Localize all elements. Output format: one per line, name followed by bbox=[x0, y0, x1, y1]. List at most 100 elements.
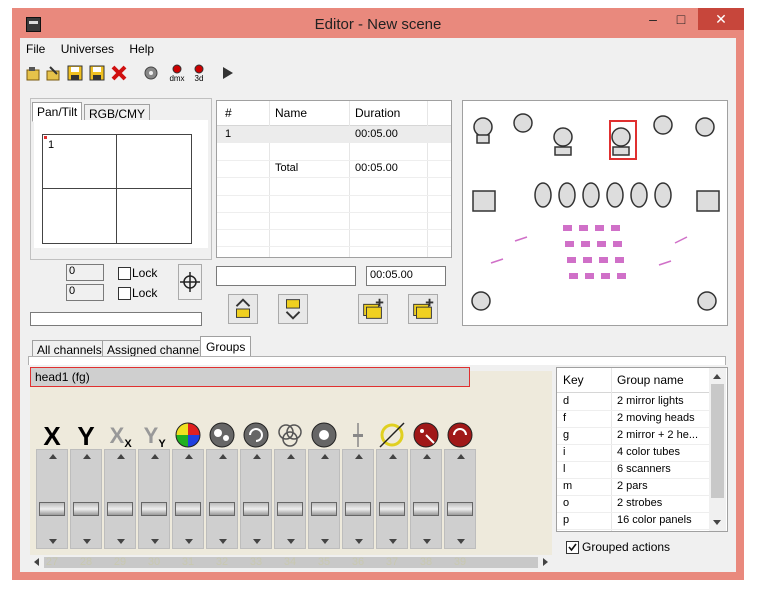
fader-knob[interactable] bbox=[175, 502, 201, 517]
fader-up-icon[interactable] bbox=[423, 454, 431, 459]
fader-down-icon[interactable] bbox=[83, 539, 91, 544]
grouped-actions-checkbox[interactable] bbox=[566, 541, 579, 554]
list-item[interactable]: d 2 mirror lights bbox=[557, 393, 709, 411]
fader-down-icon[interactable] bbox=[185, 539, 193, 544]
fader-down-icon[interactable] bbox=[287, 539, 295, 544]
channel-fader[interactable] bbox=[410, 449, 442, 549]
fader-up-icon[interactable] bbox=[219, 454, 227, 459]
step-duration-input[interactable]: 00:05.00 bbox=[366, 266, 446, 286]
pan-value-field[interactable]: 0 bbox=[66, 264, 104, 281]
fader-knob[interactable] bbox=[345, 502, 371, 517]
iris-icon[interactable] bbox=[310, 421, 338, 449]
fader-up-icon[interactable] bbox=[185, 454, 193, 459]
fader-down-icon[interactable] bbox=[151, 539, 159, 544]
fader-down-icon[interactable] bbox=[49, 539, 57, 544]
channel-fader[interactable] bbox=[444, 449, 476, 549]
edit-icon[interactable] bbox=[44, 64, 62, 82]
fader-up-icon[interactable] bbox=[49, 454, 57, 459]
strobe-icon[interactable] bbox=[412, 421, 440, 449]
fader-down-icon[interactable] bbox=[389, 539, 397, 544]
scroll-right-icon[interactable] bbox=[543, 558, 548, 566]
fader-up-icon[interactable] bbox=[355, 454, 363, 459]
pantilt-extra-field[interactable] bbox=[30, 312, 202, 326]
channel-fader[interactable] bbox=[70, 449, 102, 549]
channel-fader[interactable] bbox=[36, 449, 68, 549]
open-icon[interactable] bbox=[24, 64, 42, 82]
close-button[interactable]: ✕ bbox=[698, 8, 744, 30]
menu-help[interactable]: Help bbox=[123, 40, 160, 58]
groups-scrollbar[interactable] bbox=[709, 368, 726, 531]
dimmer-icon[interactable] bbox=[446, 421, 474, 449]
list-item[interactable]: m 2 pars bbox=[557, 478, 709, 496]
channel-fader[interactable] bbox=[206, 449, 238, 549]
fader-knob[interactable] bbox=[379, 502, 405, 517]
maximize-button[interactable]: □ bbox=[668, 8, 694, 30]
save-as-icon[interactable] bbox=[88, 64, 106, 82]
table-row[interactable]: 1 00:05.00 bbox=[217, 126, 451, 143]
y-fine-icon[interactable]: YY bbox=[140, 421, 168, 449]
fader-knob[interactable] bbox=[39, 502, 65, 517]
fader-down-icon[interactable] bbox=[321, 539, 329, 544]
move-step-down-button[interactable] bbox=[278, 294, 308, 324]
channel-fader[interactable] bbox=[240, 449, 272, 549]
menu-file[interactable]: File bbox=[20, 40, 51, 58]
prism-icon[interactable] bbox=[276, 421, 304, 449]
title-bar[interactable]: Editor - New scene – □ ✕ bbox=[12, 8, 744, 38]
list-item[interactable]: p 16 color panels bbox=[557, 512, 709, 530]
channel-fader[interactable] bbox=[342, 449, 374, 549]
gobo-rotation-icon[interactable] bbox=[242, 421, 270, 449]
channel-fader[interactable] bbox=[172, 449, 204, 549]
tab-pan-tilt[interactable]: Pan/Tilt bbox=[32, 102, 83, 122]
channel-fader[interactable] bbox=[138, 449, 170, 549]
pan-lock-checkbox[interactable] bbox=[118, 267, 131, 280]
fader-knob[interactable] bbox=[413, 502, 439, 517]
list-item[interactable]: f 2 moving heads bbox=[557, 410, 709, 428]
add-step-button[interactable] bbox=[358, 294, 388, 324]
x-fine-icon[interactable]: XX bbox=[106, 421, 134, 449]
save-icon[interactable] bbox=[66, 64, 84, 82]
list-item[interactable]: g 2 mirror + 2 he... bbox=[557, 427, 709, 445]
channel-fader[interactable] bbox=[104, 449, 136, 549]
scroll-up-icon[interactable] bbox=[713, 374, 721, 379]
gobo-icon[interactable] bbox=[208, 421, 236, 449]
color-wheel-icon[interactable] bbox=[174, 421, 202, 449]
y-icon[interactable]: Y bbox=[72, 421, 100, 449]
x-icon[interactable]: X bbox=[38, 421, 66, 449]
shutter-icon[interactable] bbox=[378, 421, 406, 449]
fader-down-icon[interactable] bbox=[457, 539, 465, 544]
fader-knob[interactable] bbox=[209, 502, 235, 517]
gear-icon[interactable] bbox=[142, 64, 160, 82]
fader-up-icon[interactable] bbox=[457, 454, 465, 459]
fader-up-icon[interactable] bbox=[83, 454, 91, 459]
fader-knob[interactable] bbox=[73, 502, 99, 517]
fader-up-icon[interactable] bbox=[117, 454, 125, 459]
fader-up-icon[interactable] bbox=[287, 454, 295, 459]
tilt-value-field[interactable]: 0 bbox=[66, 284, 104, 301]
stage-preview[interactable] bbox=[462, 100, 728, 326]
fader-up-icon[interactable] bbox=[321, 454, 329, 459]
menu-universes[interactable]: Universes bbox=[55, 40, 120, 58]
fader-knob[interactable] bbox=[311, 502, 337, 517]
focus-icon[interactable] bbox=[344, 421, 372, 449]
minimize-button[interactable]: – bbox=[640, 8, 666, 30]
fader-down-icon[interactable] bbox=[355, 539, 363, 544]
groups-scroll-thumb[interactable] bbox=[711, 384, 724, 498]
fader-down-icon[interactable] bbox=[423, 539, 431, 544]
channel-fader[interactable] bbox=[376, 449, 408, 549]
group-header[interactable]: head1 (fg) bbox=[30, 367, 470, 387]
fader-down-icon[interactable] bbox=[117, 539, 125, 544]
fader-knob[interactable] bbox=[447, 502, 473, 517]
fader-knob[interactable] bbox=[141, 502, 167, 517]
tab-groups[interactable]: Groups bbox=[200, 336, 252, 358]
list-item[interactable]: i 4 color tubes bbox=[557, 444, 709, 462]
channel-fader[interactable] bbox=[274, 449, 306, 549]
dmx-icon[interactable]: dmx bbox=[168, 64, 186, 82]
fader-knob[interactable] bbox=[277, 502, 303, 517]
list-item[interactable]: l 6 scanners bbox=[557, 461, 709, 479]
insert-step-button[interactable] bbox=[408, 294, 438, 324]
fader-down-icon[interactable] bbox=[253, 539, 261, 544]
channel-fader[interactable] bbox=[308, 449, 340, 549]
fader-down-icon[interactable] bbox=[219, 539, 227, 544]
scroll-down-icon[interactable] bbox=[713, 520, 721, 525]
fader-up-icon[interactable] bbox=[253, 454, 261, 459]
